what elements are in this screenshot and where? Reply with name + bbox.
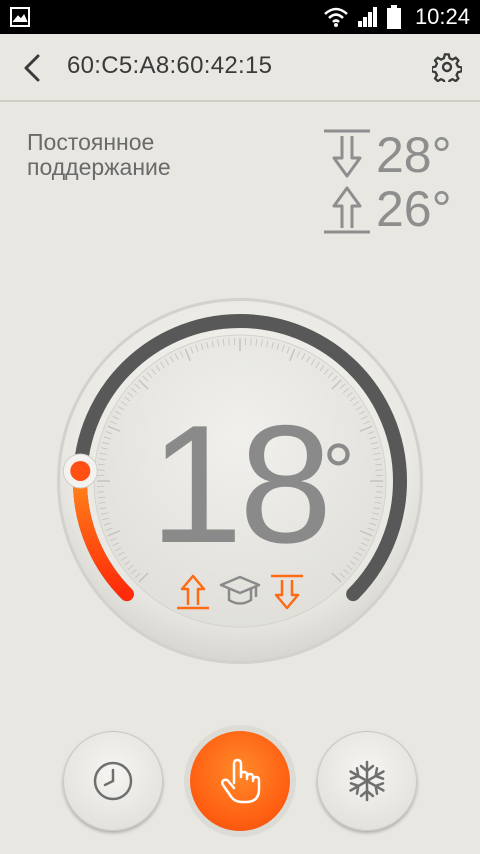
dial-tick — [250, 338, 252, 346]
dial-tick — [228, 338, 230, 346]
temperature-value: 18 — [149, 390, 333, 578]
signal-icon — [357, 7, 377, 27]
degree-symbol: ° — [322, 427, 354, 516]
wifi-icon — [324, 7, 348, 27]
image-icon — [10, 7, 30, 27]
lower-limit-value: 26° — [376, 181, 452, 237]
clock-icon — [93, 761, 133, 801]
upper-limit-value: 28° — [376, 127, 452, 183]
arrow-down-limit-icon — [324, 129, 370, 178]
hand-icon — [221, 758, 261, 804]
battery-icon — [386, 5, 401, 29]
app-header: 60:C5:A8:60:42:15 — [0, 34, 480, 102]
graduation-cap-icon — [219, 575, 261, 605]
arrow-down-cool-icon — [271, 574, 303, 610]
current-temperature: 18° — [0, 400, 480, 568]
frost-mode-button[interactable] — [317, 731, 417, 831]
arrow-up-heat-icon — [177, 574, 209, 610]
timer-button[interactable] — [63, 731, 163, 831]
upper-limit: 28° — [322, 128, 452, 182]
status-bar: 10:24 — [0, 0, 480, 34]
manual-mode-button[interactable] — [190, 731, 290, 831]
mode-label-line1: Постоянное — [27, 129, 155, 155]
mode-label-line2: поддержание — [27, 154, 171, 180]
gear-icon[interactable] — [432, 52, 462, 82]
back-icon[interactable] — [18, 52, 50, 84]
snowflake-icon — [346, 760, 388, 802]
status-time: 10:24 — [414, 4, 470, 29]
page-title: 60:C5:A8:60:42:15 — [67, 52, 273, 79]
mode-label: Постоянное поддержание — [27, 130, 227, 180]
lower-limit: 26° — [322, 182, 452, 236]
arrow-up-limit-icon — [324, 186, 370, 234]
mode-indicators — [175, 572, 305, 612]
